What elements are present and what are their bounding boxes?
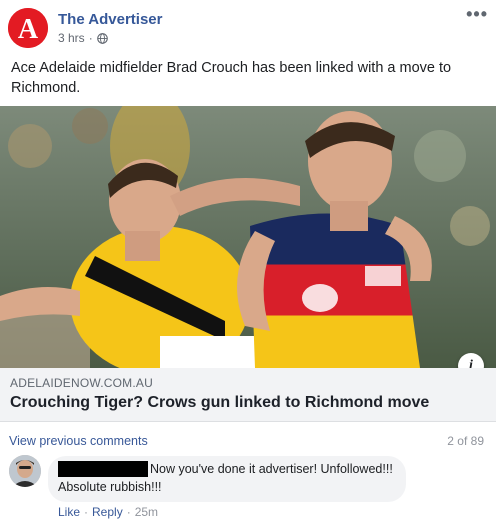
link-preview-image[interactable]: [0, 106, 496, 368]
svg-text:A: A: [18, 14, 39, 45]
comment-text-line2: Absolute rubbish!!!: [58, 480, 162, 494]
page-avatar[interactable]: A: [8, 8, 48, 48]
post-header: A The Advertiser 3 hrs · •••: [0, 0, 496, 56]
link-title[interactable]: Crouching Tiger? Crows gun linked to Ric…: [10, 394, 429, 412]
advertiser-logo-icon: A: [8, 8, 48, 48]
comment-text-line1: Now you've done it advertiser! Unfollowe…: [150, 462, 393, 476]
view-previous-comments-link[interactable]: View previous comments: [9, 434, 148, 448]
football-players-photo: [0, 106, 496, 368]
globe-icon: [96, 32, 108, 44]
meta-separator: ·: [88, 31, 93, 45]
post-text: Ace Adelaide midfielder Brad Crouch has …: [11, 60, 452, 96]
redacted-commenter-name: [58, 461, 148, 477]
reply-link[interactable]: Reply: [92, 505, 123, 519]
comment-timestamp[interactable]: 25m: [135, 505, 158, 519]
post-timestamp[interactable]: 3 hrs: [58, 31, 85, 45]
comment-actions: Like · Reply · 25m: [58, 505, 158, 519]
comments-bar: View previous comments 2 of 89: [0, 430, 496, 450]
commenter-photo: [9, 455, 41, 487]
more-options-icon[interactable]: •••: [466, 4, 488, 25]
comment-item: Now you've done it advertiser! Unfollowe…: [0, 452, 496, 524]
link-preview-caption[interactable]: ADELAIDENOW.COM.AU Crouching Tiger? Crow…: [0, 368, 496, 422]
like-link[interactable]: Like: [58, 505, 80, 519]
comment-count: 2 of 89: [447, 434, 484, 448]
action-separator: ·: [84, 505, 89, 519]
link-domain: ADELAIDENOW.COM.AU: [10, 376, 153, 390]
post-meta: 3 hrs ·: [58, 31, 108, 45]
commenter-avatar[interactable]: [9, 455, 41, 487]
page-name-link[interactable]: The Advertiser: [58, 11, 162, 28]
action-separator: ·: [126, 505, 131, 519]
